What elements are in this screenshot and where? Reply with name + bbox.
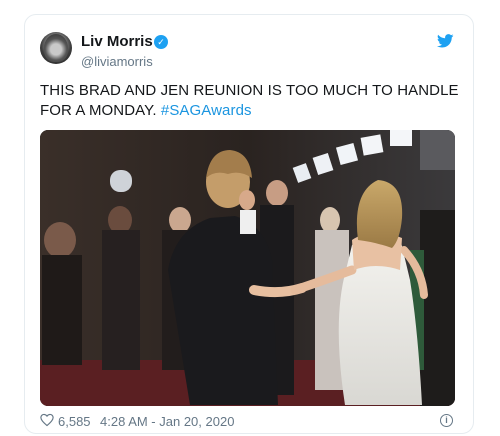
tweet-text: THIS BRAD AND JEN REUNION IS TOO MUCH TO… [40,81,460,121]
photo-image [40,130,455,406]
tweet-photo[interactable] [40,130,455,406]
heart-icon[interactable] [40,413,54,427]
info-icon[interactable]: i [440,414,453,427]
tweet-timestamp[interactable]: 4:28 AM - Jan 20, 2020 [100,414,234,429]
user-handle[interactable]: @liviamorris [81,54,153,69]
twitter-bird-icon[interactable] [437,34,454,48]
like-count[interactable]: 6,585 [58,414,91,429]
avatar[interactable] [40,32,72,64]
verified-badge-icon: ✓ [154,35,168,49]
display-name[interactable]: Liv Morris [81,33,153,50]
hashtag-link[interactable]: #SAGAwards [161,102,252,119]
